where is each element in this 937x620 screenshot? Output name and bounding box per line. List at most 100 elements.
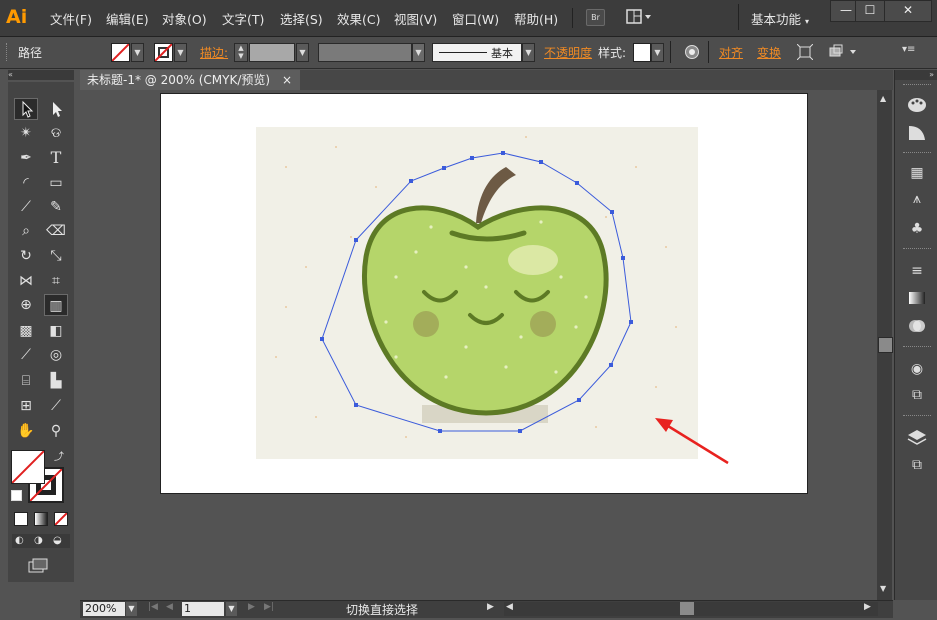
document-tab[interactable]: 未标题-1* @ 200% (CMYK/预览) ×: [80, 70, 300, 91]
artboard-tool-icon[interactable]: ⊞: [14, 395, 38, 417]
paintbrush-icon[interactable]: ⟋: [14, 196, 38, 218]
zoom-input[interactable]: 200%: [83, 602, 125, 616]
bridge-button[interactable]: Br: [586, 9, 605, 26]
appearance-icon[interactable]: ◉: [905, 358, 929, 380]
stroke-panel-icon[interactable]: ≡: [905, 260, 929, 282]
stroke-stepper[interactable]: ▲ ▼: [234, 43, 248, 62]
swatches-icon[interactable]: ▦: [905, 162, 929, 184]
transform-link[interactable]: 变换: [757, 44, 781, 61]
grip-handle[interactable]: [6, 43, 10, 61]
direct-selection-tool-icon[interactable]: [44, 98, 68, 120]
eraser-icon[interactable]: ⌫: [44, 220, 68, 242]
page-dropdown[interactable]: ▼: [226, 602, 237, 616]
lasso-icon[interactable]: ଡ: [44, 122, 68, 144]
apple-artwork[interactable]: [256, 127, 698, 459]
variable-width-dropdown[interactable]: ▼: [412, 43, 425, 62]
vertical-scrollbar[interactable]: ▲ ▼: [877, 90, 893, 600]
last-page-icon[interactable]: ▶|: [264, 602, 274, 612]
symbols-icon[interactable]: ♣: [905, 218, 929, 240]
artboards-icon[interactable]: ⧉: [905, 454, 929, 476]
brush-dropdown[interactable]: ▼: [522, 43, 535, 62]
zoom-tool-icon[interactable]: ⚲: [44, 420, 68, 442]
menu-view[interactable]: 视图(V): [394, 9, 437, 28]
scroll-up-icon[interactable]: ▲: [880, 94, 886, 103]
blob-brush-icon[interactable]: ⌕: [14, 220, 38, 242]
zoom-dropdown[interactable]: ▼: [126, 602, 137, 616]
scroll-right-icon[interactable]: ▶: [864, 602, 871, 612]
transparency-icon[interactable]: [905, 315, 929, 337]
color-palette-icon[interactable]: [905, 94, 929, 116]
fill-dropdown[interactable]: ▼: [131, 43, 144, 62]
type-tool-icon[interactable]: T: [44, 147, 68, 169]
page-input[interactable]: 1: [182, 602, 224, 616]
blend-tool-icon[interactable]: ◎: [44, 344, 68, 366]
symbol-sprayer-icon[interactable]: ⌸: [14, 370, 38, 392]
perspective-grid-icon[interactable]: ▥: [44, 294, 68, 316]
prev-page-icon[interactable]: ◀: [166, 602, 173, 612]
draw-behind-icon[interactable]: ◑: [34, 535, 43, 546]
next-page-icon[interactable]: ▶: [248, 602, 255, 612]
stroke-swatch[interactable]: [154, 43, 173, 62]
stroke-weight-dropdown[interactable]: ▼: [296, 43, 309, 62]
slice-tool-icon[interactable]: ⟋: [44, 395, 68, 417]
default-colors-icon[interactable]: [11, 490, 22, 501]
arrange-docs-icon[interactable]: [626, 9, 654, 25]
workspace-switcher[interactable]: 基本功能 ▾: [751, 9, 809, 28]
fill-swatch[interactable]: [111, 43, 130, 62]
arc-tool-icon[interactable]: ◜: [14, 172, 38, 194]
mesh-tool-icon[interactable]: ▩: [14, 320, 38, 342]
swap-fill-stroke-icon[interactable]: ⤴: [54, 448, 64, 463]
none-mode-icon[interactable]: [54, 512, 68, 526]
free-transform-icon[interactable]: ⌗: [44, 270, 68, 292]
tools-collapse-bar[interactable]: «: [8, 70, 74, 80]
hand-tool-icon[interactable]: ✋: [14, 420, 38, 442]
stroke-link[interactable]: 描边:: [200, 44, 228, 61]
panel-menu-icon[interactable]: ▾≡: [902, 44, 920, 60]
recolor-icon[interactable]: [684, 44, 700, 60]
opacity-link[interactable]: 不透明度: [544, 44, 592, 61]
fill-box[interactable]: [11, 450, 45, 484]
pen-tool-icon[interactable]: ✒: [14, 147, 38, 169]
color-guide-icon[interactable]: [905, 122, 929, 144]
arrange-icon[interactable]: [828, 44, 860, 60]
first-page-icon[interactable]: |◀: [148, 602, 158, 612]
scale-tool-icon[interactable]: ⤡: [44, 245, 68, 267]
variable-width-profile[interactable]: [318, 43, 412, 62]
draw-inside-icon[interactable]: ◒: [53, 535, 62, 546]
maximize-button[interactable]: ☐: [855, 0, 885, 22]
close-button[interactable]: ✕: [884, 0, 932, 22]
gradient-panel-icon[interactable]: [905, 287, 929, 309]
stroke-dropdown[interactable]: ▼: [174, 43, 187, 62]
isolate-icon[interactable]: [796, 43, 814, 61]
layers-icon[interactable]: [905, 426, 929, 448]
magic-wand-icon[interactable]: ✴: [14, 122, 38, 144]
menu-edit[interactable]: 编辑(E): [106, 9, 149, 28]
shape-builder-icon[interactable]: ⊕: [14, 294, 38, 316]
rectangle-tool-icon[interactable]: ▭: [44, 172, 68, 194]
menu-effect[interactable]: 效果(C): [337, 9, 380, 28]
menu-help[interactable]: 帮助(H): [514, 9, 558, 28]
align-link[interactable]: 对齐: [719, 44, 743, 61]
close-tab-icon[interactable]: ×: [282, 70, 292, 90]
horizontal-scrollbar[interactable]: ◀ ▶: [504, 602, 878, 616]
stroke-weight-input[interactable]: [249, 43, 295, 62]
menu-select[interactable]: 选择(S): [280, 9, 323, 28]
status-menu-icon[interactable]: ▶: [487, 602, 494, 612]
gradient-mode-icon[interactable]: [34, 512, 48, 526]
width-tool-icon[interactable]: ⋈: [14, 270, 38, 292]
style-swatch[interactable]: [633, 43, 651, 62]
pencil-icon[interactable]: ✎: [44, 196, 68, 218]
dock-collapse-bar[interactable]: »: [895, 70, 937, 80]
draw-normal-icon[interactable]: ◐: [15, 535, 24, 546]
horizontal-scroll-thumb[interactable]: [680, 602, 694, 615]
eyedropper-icon[interactable]: ⟋: [14, 344, 38, 366]
menu-type[interactable]: 文字(T): [222, 9, 264, 28]
style-dropdown[interactable]: ▼: [651, 43, 664, 62]
graph-tool-icon[interactable]: ▙: [44, 370, 68, 392]
gradient-tool-icon[interactable]: ◧: [44, 320, 68, 342]
graphic-styles-icon[interactable]: ⧉: [905, 384, 929, 406]
menu-window[interactable]: 窗口(W): [452, 9, 499, 28]
selection-tool-icon[interactable]: [14, 98, 38, 120]
menu-file[interactable]: 文件(F): [50, 9, 92, 28]
scroll-down-icon[interactable]: ▼: [880, 584, 886, 593]
